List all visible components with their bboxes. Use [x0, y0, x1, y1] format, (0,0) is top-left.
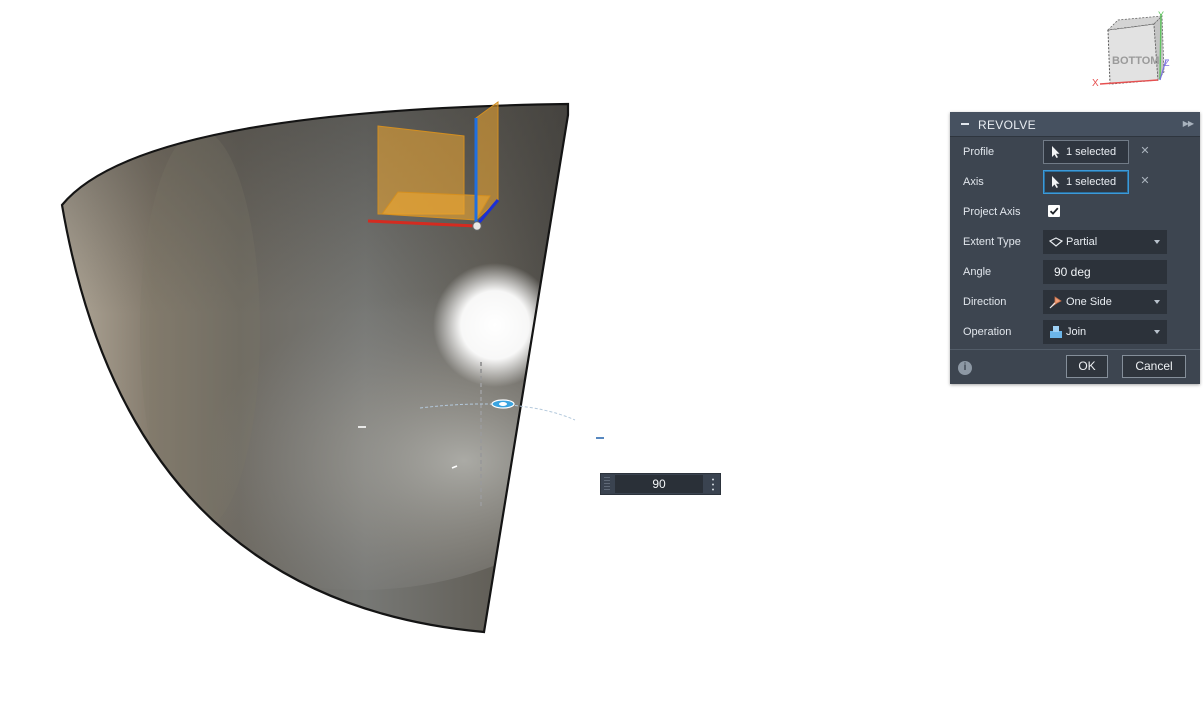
collapse-icon[interactable] [961, 123, 969, 125]
axis-row: Axis 1 selected ✕ [950, 167, 1200, 197]
project-axis-checkbox[interactable] [1048, 205, 1060, 217]
partial-extent-icon [1049, 237, 1063, 247]
direction-row: Direction One Side [950, 287, 1200, 317]
angle-hud-input[interactable]: 90 [600, 473, 721, 495]
revolved-surface[interactable] [40, 90, 620, 650]
chevron-down-icon [1154, 330, 1160, 334]
extent-type-row: Extent Type Partial [950, 227, 1200, 257]
hud-angle-value[interactable]: 90 [615, 475, 703, 493]
axis-value: 1 selected [1066, 176, 1117, 188]
axis-x-label: X [1092, 78, 1099, 89]
angle-manipulator-handle[interactable] [491, 399, 515, 409]
angle-label: Angle [963, 266, 992, 278]
project-axis-label: Project Axis [963, 206, 1021, 218]
operation-dropdown[interactable]: Join [1043, 320, 1167, 344]
direction-value: One Side [1066, 296, 1112, 308]
cursor-arrow-icon [1052, 146, 1060, 158]
cancel-button[interactable]: Cancel [1122, 355, 1186, 378]
cursor-arrow-icon [1052, 176, 1060, 188]
angle-value: 90 deg [1054, 265, 1091, 279]
project-axis-row: Project Axis [950, 197, 1200, 227]
operation-label: Operation [963, 326, 1012, 338]
viewcube-face-label: BOTTOM [1112, 55, 1159, 67]
dialog-footer: i OK Cancel [950, 349, 1200, 385]
info-icon[interactable]: i [958, 361, 972, 375]
angle-input[interactable]: 90 deg [1043, 260, 1167, 284]
clear-profile-icon[interactable]: ✕ [1139, 145, 1151, 157]
direction-dropdown[interactable]: One Side [1043, 290, 1167, 314]
more-options-icon[interactable] [712, 477, 714, 491]
axis-selector[interactable]: 1 selected [1043, 170, 1129, 194]
extent-type-value: Partial [1066, 236, 1098, 248]
axis-z-label: Z [1164, 58, 1170, 68]
extent-type-dropdown[interactable]: Partial [1043, 230, 1167, 254]
viewcube[interactable]: BOTTOM X Y Z [1088, 8, 1172, 92]
direction-label: Direction [963, 296, 1007, 308]
profile-label: Profile [963, 146, 995, 158]
clear-axis-icon[interactable]: ✕ [1139, 175, 1151, 187]
drag-grip-icon[interactable] [604, 477, 610, 491]
expand-dialog-icon[interactable]: ▶▶ [1183, 119, 1194, 128]
profile-selector[interactable]: 1 selected [1043, 140, 1129, 164]
axis-label: Axis [963, 176, 984, 188]
chevron-down-icon [1154, 300, 1160, 304]
join-operation-icon [1050, 326, 1062, 338]
checkmark-icon [1049, 207, 1059, 215]
profile-value: 1 selected [1066, 146, 1117, 158]
operation-row: Operation Join [950, 317, 1200, 347]
one-side-direction-icon [1049, 296, 1062, 309]
angle-row: Angle 90 deg [950, 257, 1200, 287]
revolve-dialog: REVOLVE ▶▶ Profile 1 selected ✕ Axis 1 s… [950, 112, 1200, 384]
chevron-down-icon [1154, 240, 1160, 244]
profile-row: Profile 1 selected ✕ [950, 137, 1200, 167]
operation-value: Join [1066, 326, 1087, 338]
ok-button[interactable]: OK [1066, 355, 1108, 378]
viewcube-face[interactable] [1107, 23, 1159, 85]
dialog-title: REVOLVE [978, 118, 1036, 132]
dialog-header[interactable]: REVOLVE ▶▶ [950, 112, 1200, 137]
axis-y-label: Y [1158, 10, 1164, 20]
extent-type-label: Extent Type [963, 236, 1021, 248]
